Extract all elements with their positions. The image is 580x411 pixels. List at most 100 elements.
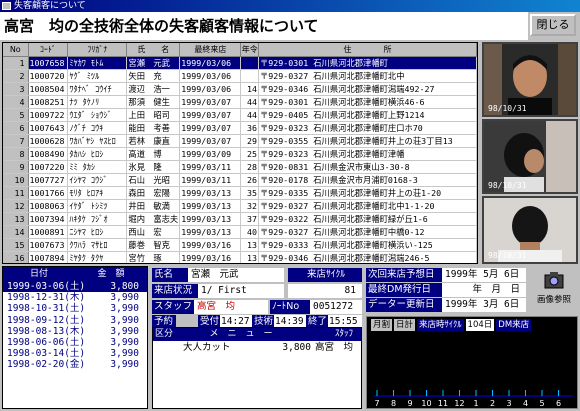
table-header-row: No ｺｰﾄﾞ ﾌﾘｶﾞﾅ氏 名最終来店 年令住 所 (3, 43, 477, 57)
table-cell (240, 69, 259, 83)
chart-tick-label: 11 (438, 399, 448, 408)
table-cell: 〒920-0831 石川県金沢市東山3-30-8 (258, 160, 477, 174)
table-cell: ﾅﾂ ﾀｹﾉﾘ (67, 95, 128, 109)
page-title: 高宮 均の全技術全体の失客顧客情報について (0, 12, 528, 40)
customer-photo[interactable]: 98/10/31 (482, 42, 578, 117)
close-button[interactable]: 閉じる (530, 14, 576, 36)
column-header[interactable]: ﾌﾘｶﾞﾅ (67, 43, 128, 57)
table-row[interactable]: 16 1007894 ﾐﾔﾀｸ ﾀｸﾔ 宮竹 琢 1999/03/16 13 〒929-03… (3, 251, 477, 263)
table-cell: 1000891 (28, 225, 69, 239)
table-cell: 3 (3, 82, 29, 96)
table-cell: 〒929-0322 石川県河北郡津幡町緑が丘1-6 (258, 212, 477, 226)
history-row[interactable]: 1998-10-31(土) 3,990 (3, 303, 147, 314)
customer-grid[interactable]: No ｺｰﾄﾞ ﾌﾘｶﾞﾅ氏 名最終来店 年令住 所 1 1007658 ﾐﾔｶﾜ ﾓﾄﾑ… (2, 42, 478, 264)
menu-row[interactable]: 大人カット 3,800 高宮 均 (153, 341, 361, 354)
history-row[interactable]: 1998-03-14(土) 3,990 (3, 348, 147, 359)
table-row[interactable]: 11 1001766 ﾓﾘﾀ ﾋﾛｱｷ 森田 宏陽 1999/03/13 35 〒929-0… (3, 186, 477, 200)
table-cell: ﾊｷﾀｹ ﾌｼﾞｵ (67, 212, 128, 226)
column-header[interactable]: 住 所 (258, 43, 477, 57)
table-row[interactable]: 12 1008063 ｲｹﾀﾞ ﾄｼﾐﾂ 井田 敏満 1999/03/13 32 〒929-… (3, 199, 477, 213)
name-field[interactable]: 宮瀬 元武 (188, 268, 284, 282)
table-cell: 1007894 (28, 251, 69, 263)
table-row[interactable]: 5 1009722 ｳｴﾀﾞ ｼｮｳｼﾞ 上田 昭司 1999/03/07 44 〒929-… (3, 108, 477, 122)
table-row[interactable]: 9 1007220 ﾐﾐ ﾀｶｼ 氷見 隆 1999/03/11 28 〒920-0831 … (3, 160, 477, 174)
table-cell: 1008063 (28, 199, 69, 213)
table-row[interactable]: 13 1007394 ﾊｷﾀｹ ﾌｼﾞｵ 堀内 富志夫 1999/03/13 37 〒929… (3, 212, 477, 226)
chart-tick-label: 12 (454, 399, 464, 408)
window-icon[interactable] (2, 2, 11, 10)
chart-tick-label: 10 (421, 399, 431, 408)
visit-history-list[interactable]: 日付 金 額 1999-03-06(土) 3,800 1998-12-31(木) 3… (2, 266, 148, 409)
table-row[interactable]: 2 1000720 ﾔｸﾞ ﾐﾂﾙ 矢田 充 1999/03/06 〒929-0327 石… (3, 69, 477, 83)
table-row[interactable]: 15 1007673 ｸﾜﾊﾗ ﾏｻﾋﾛ 藤巻 智克 1999/03/16 13 〒929-… (3, 238, 477, 252)
table-cell: 36 (240, 121, 259, 135)
column-header[interactable]: 最終来店 (179, 43, 242, 57)
column-header[interactable]: ｺｰﾄﾞ (28, 43, 69, 57)
monthly-button[interactable]: 月割 (371, 319, 393, 331)
history-row-selected[interactable]: 1999-03-06(土) 3,800 (3, 281, 147, 293)
cycle-value: 104日 (465, 319, 495, 331)
table-cell: 1007220 (28, 160, 69, 174)
table-cell: 6 (3, 121, 29, 135)
table-row[interactable]: 3 1008504 ﾜﾀﾅﾍﾞ ｺｳｲﾁ 渡辺 浩一 1999/03/06 14 〒929-… (3, 82, 477, 96)
last-dm-field[interactable]: 年 月 日 (442, 283, 526, 297)
table-row[interactable]: 10 1007727 ｲｼﾔﾏ ｺｳｼﾞ 石山 光昭 1999/03/11 26 〒920-… (3, 173, 477, 187)
table-row[interactable]: 4 1008251 ﾅﾂ ﾀｹﾉﾘ 那須 健生 1999/03/07 44 〒929-030… (3, 95, 477, 109)
table-cell: 13 (240, 251, 259, 263)
table-row[interactable]: 6 1007643 ﾉｸﾞﾁ ｺｳｷ 能田 考善 1999/03/07 36 〒929-03… (3, 121, 477, 135)
table-row[interactable]: 7 1000628 ﾜｶﾊﾞﾔｼ ﾔｽﾋﾛ 若林 康直 1999/03/07 29 〒929… (3, 134, 477, 148)
name-label: 氏名 (152, 268, 188, 282)
table-cell: 宮瀬 元武 (126, 56, 181, 70)
table-cell: 4 (3, 95, 29, 109)
table-cell: 2 (3, 69, 29, 83)
table-cell: 森田 宏陽 (126, 186, 181, 200)
table-cell: 1 (3, 56, 29, 70)
data-updated-field[interactable]: 1999年 3月 6日 (442, 298, 526, 312)
history-row[interactable]: 1998-06-06(土) 3,990 (3, 337, 147, 348)
table-cell: ｳｴﾀﾞ ｼｮｳｼﾞ (67, 108, 128, 122)
history-row[interactable]: 1998-08-13(木) 3,990 (3, 326, 147, 337)
staff-field[interactable]: 高宮 均 (194, 300, 268, 314)
table-cell: ﾆｼﾔﾏ ﾋﾛｼ (67, 225, 128, 239)
table-cell: 1008504 (28, 82, 69, 96)
note-no-field[interactable]: 0051272 (310, 300, 362, 314)
customer-photo[interactable]: 98/10/31 (482, 119, 578, 194)
table-cell: 那須 健生 (126, 95, 181, 109)
customer-photo[interactable]: 98/10/31 (482, 196, 578, 264)
table-row[interactable]: 14 1000891 ﾆｼﾔﾏ ﾋﾛｼ 西山 宏 1999/03/13 40 〒929-03… (3, 225, 477, 239)
table-cell: 1999/03/07 (179, 134, 242, 148)
image-reference-button[interactable]: 画像参照 (532, 270, 576, 305)
history-row[interactable]: 1998-09-12(土) 3,990 (3, 315, 147, 326)
table-cell: 藤巻 智克 (126, 238, 181, 252)
cycle-label: 来店時ｻｲｸﾙ (417, 319, 464, 331)
chart-tick-label: 1 (473, 399, 478, 408)
table-cell: 1007394 (28, 212, 69, 226)
table-cell: 44 (240, 95, 259, 109)
table-cell: ﾐﾐ ﾀｶｼ (67, 160, 128, 174)
chart-tick-label: 6 (556, 399, 561, 408)
table-cell: 宮竹 琢 (126, 251, 181, 263)
menu-staff-header: ｽﾀｯﾌ (334, 329, 353, 339)
menu-table[interactable]: 区分 メ ニ ュ ー ｽﾀｯﾌ 大人カット 3,800 高宮 均 (152, 327, 362, 409)
column-header[interactable]: No (3, 43, 29, 57)
column-header[interactable]: 年令 (240, 43, 259, 57)
table-cell: 28 (240, 160, 259, 174)
table-row[interactable]: 8 1008490 ﾀｶﾊｼ ﾋﾛｼ 高道 博 1999/03/09 25 〒929-032… (3, 147, 477, 161)
chart-tick-label: 9 (407, 399, 412, 408)
chart-header: 月割 日計 来店時ｻｲｸﾙ 104日 DM来店 (367, 317, 577, 331)
column-header[interactable]: 氏 名 (126, 43, 181, 57)
last-dm-label: 最終DM発行日 (366, 283, 442, 297)
visit-cycle-field[interactable]: 81 (288, 284, 362, 298)
store-status-field[interactable]: 1/ First (198, 284, 284, 298)
table-cell: 25 (240, 147, 259, 161)
table-cell: 石山 光昭 (126, 173, 181, 187)
daily-button[interactable]: 日計 (394, 319, 416, 331)
history-row[interactable]: 1998-02-20(金) 3,990 (3, 359, 147, 370)
table-row[interactable]: 1 1007658 ﾐﾔｶﾜ ﾓﾄﾑ 宮瀬 元武 1999/03/06 〒929-0301… (3, 56, 477, 70)
table-cell: 渡辺 浩一 (126, 82, 181, 96)
next-visit-field[interactable]: 1999年 5月 6日 (442, 268, 526, 282)
table-cell: 8 (3, 147, 29, 161)
history-row[interactable]: 1998-12-31(木) 3,990 (3, 292, 147, 303)
table-cell: 1999/03/13 (179, 225, 242, 239)
table-cell: 1999/03/07 (179, 95, 242, 109)
